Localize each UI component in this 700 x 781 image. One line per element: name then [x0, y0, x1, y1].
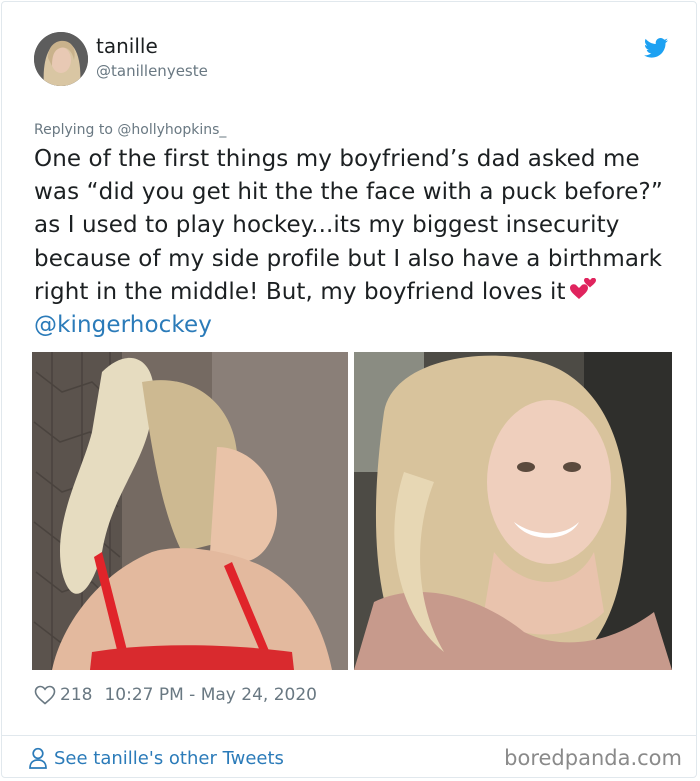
see-other-tweets-label: See tanille's other Tweets [54, 747, 284, 769]
see-other-tweets-link[interactable]: See tanille's other Tweets [28, 746, 284, 770]
photo-selfie[interactable] [354, 352, 672, 670]
watermark: boredpanda.com [504, 746, 682, 770]
avatar[interactable] [34, 32, 88, 86]
twitter-bird-icon[interactable] [644, 38, 668, 58]
heart-outline-icon[interactable] [34, 685, 56, 705]
author-names: tanille @tanillenyeste [96, 34, 208, 82]
tweet-card: tanille @tanillenyeste Replying to @holl… [1, 1, 697, 778]
tweet-text: One of the first things my boyfriend’s d… [34, 143, 674, 342]
photo-side-profile[interactable] [32, 352, 348, 670]
replying-to[interactable]: Replying to @hollyhopkins_ [34, 122, 226, 138]
display-name[interactable]: tanille [96, 34, 208, 58]
two-hearts-icon [569, 277, 596, 299]
tweet-timestamp[interactable]: 10:27 PM - May 24, 2020 [104, 685, 317, 705]
tweet-meta: 218 10:27 PM - May 24, 2020 [34, 682, 317, 708]
tweet-media[interactable] [32, 352, 672, 670]
person-icon [29, 747, 47, 769]
like-count[interactable]: 218 [60, 685, 92, 705]
user-handle[interactable]: @tanillenyeste [96, 60, 208, 82]
footer-divider [2, 735, 696, 736]
mention-link[interactable]: @kingerhockey [34, 312, 212, 338]
tweet-header: tanille @tanillenyeste [34, 32, 674, 90]
